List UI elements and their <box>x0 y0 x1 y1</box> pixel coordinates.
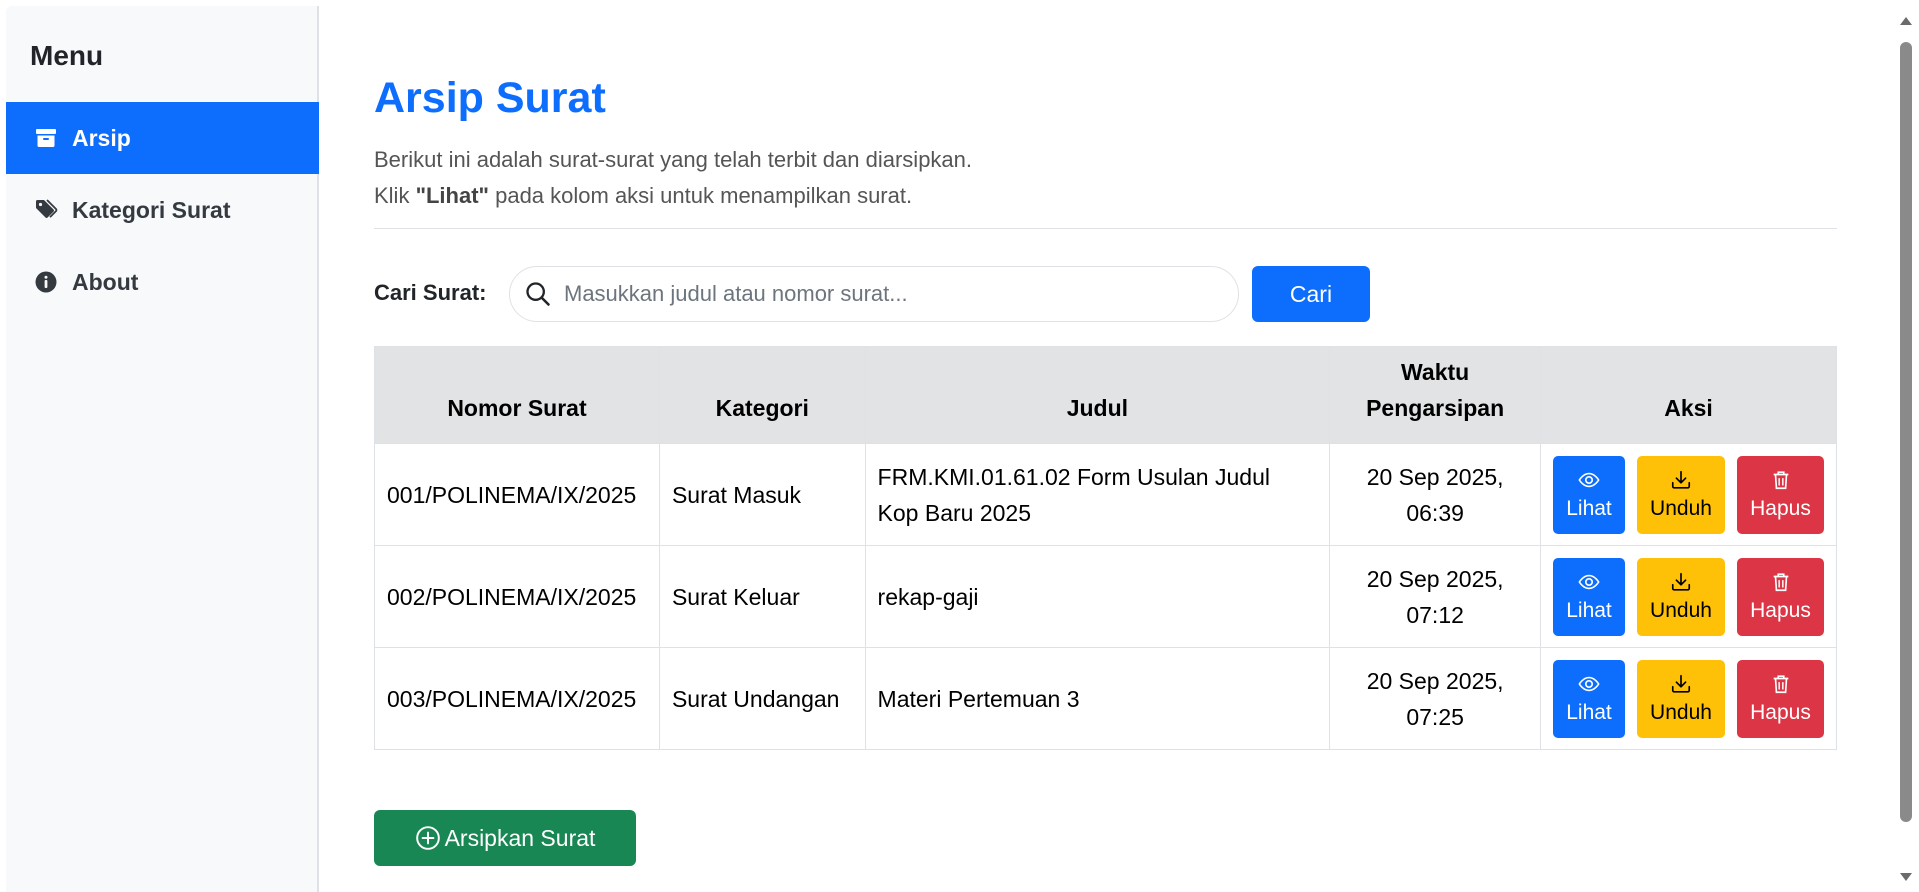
trash-icon <box>1773 470 1788 489</box>
download-icon <box>1671 572 1691 591</box>
download-button[interactable]: Unduh <box>1637 557 1725 636</box>
tags-icon <box>34 198 58 222</box>
description-line-1: Berikut ini adalah surat-surat yang tela… <box>374 147 973 172</box>
scroll-up-arrow-icon[interactable] <box>1899 14 1913 28</box>
table-row: 001/POLINEMA/IX/2025 Surat Masuk FRM.KMI… <box>374 443 1837 546</box>
vertical-scrollbar[interactable] <box>1893 0 1919 892</box>
cell-judul: Materi Pertemuan 3 <box>864 647 1331 750</box>
cell-kategori: Surat Undangan <box>658 647 866 750</box>
download-button[interactable]: Unduh <box>1637 659 1725 738</box>
cell-kategori: Surat Keluar <box>658 545 866 648</box>
archive-table: Nomor Surat Kategori Judul Waktu Pengars… <box>374 346 1837 750</box>
column-header-nomor: Nomor Surat <box>374 346 660 444</box>
divider <box>374 228 1837 229</box>
view-button[interactable]: Lihat <box>1553 659 1625 738</box>
eye-icon <box>1578 472 1600 487</box>
sidebar: Menu Arsip Kategori Surat About <box>6 6 319 892</box>
download-icon <box>1671 470 1691 489</box>
eye-icon <box>1578 574 1600 589</box>
sidebar-item-label: Kategori Surat <box>72 196 231 223</box>
main-content: Arsip Surat Berikut ini adalah surat-sur… <box>374 0 1837 892</box>
search-label: Cari Surat: <box>374 280 487 305</box>
info-icon <box>34 270 58 294</box>
description-line-2: Klik "Lihat" pada kolom aksi untuk menam… <box>374 183 913 208</box>
cell-nomor: 001/POLINEMA/IX/2025 <box>374 443 660 546</box>
column-header-waktu: Waktu Pengarsipan <box>1329 346 1541 444</box>
table-header-row: Nomor Surat Kategori Judul Waktu Pengars… <box>374 346 1837 444</box>
view-button[interactable]: Lihat <box>1553 455 1625 534</box>
page-description: Berikut ini adalah surat-surat yang tela… <box>374 142 972 214</box>
cell-judul: FRM.KMI.01.61.02 Form Usulan Judul Kop B… <box>864 443 1331 546</box>
cell-kategori: Surat Masuk <box>658 443 866 546</box>
view-button[interactable]: Lihat <box>1553 557 1625 636</box>
plus-circle-icon <box>415 826 440 850</box>
cell-aksi: Lihat Unduh Hapus <box>1540 647 1837 750</box>
cell-aksi: Lihat Unduh Hapus <box>1540 443 1837 546</box>
scroll-down-arrow-icon[interactable] <box>1899 870 1913 884</box>
table-row: 002/POLINEMA/IX/2025 Surat Keluar rekap-… <box>374 545 1837 648</box>
column-header-kategori: Kategori <box>658 346 866 444</box>
sidebar-item-label: About <box>72 268 139 295</box>
sidebar-title: Menu <box>30 40 104 71</box>
archive-letter-button[interactable]: Arsipkan Surat <box>374 810 636 866</box>
search-icon <box>526 282 550 306</box>
cell-nomor: 003/POLINEMA/IX/2025 <box>374 647 660 750</box>
search-box[interactable] <box>509 266 1239 322</box>
page-title: Arsip Surat <box>374 74 606 122</box>
column-header-aksi: Aksi <box>1540 346 1837 444</box>
cell-nomor: 002/POLINEMA/IX/2025 <box>374 545 660 648</box>
sidebar-item-about[interactable]: About <box>6 246 319 318</box>
cell-waktu: 20 Sep 2025, 07:12 <box>1329 545 1541 648</box>
cell-judul: rekap-gaji <box>864 545 1331 648</box>
delete-button[interactable]: Hapus <box>1737 455 1824 534</box>
archive-icon <box>34 126 58 150</box>
search-input[interactable] <box>564 281 1204 307</box>
table-row: 003/POLINEMA/IX/2025 Surat Undangan Mate… <box>374 647 1837 750</box>
trash-icon <box>1773 674 1788 693</box>
sidebar-item-label: Arsip <box>72 124 131 151</box>
column-header-judul: Judul <box>864 346 1331 444</box>
scrollbar-thumb[interactable] <box>1900 42 1912 822</box>
cell-waktu: 20 Sep 2025, 06:39 <box>1329 443 1541 546</box>
search-button[interactable]: Cari <box>1252 266 1370 322</box>
eye-icon <box>1578 676 1600 691</box>
sidebar-item-kategori-surat[interactable]: Kategori Surat <box>6 174 319 246</box>
cell-aksi: Lihat Unduh Hapus <box>1540 545 1837 648</box>
download-icon <box>1671 674 1691 693</box>
trash-icon <box>1773 572 1788 591</box>
cell-waktu: 20 Sep 2025, 07:25 <box>1329 647 1541 750</box>
download-button[interactable]: Unduh <box>1637 455 1725 534</box>
sidebar-item-arsip[interactable]: Arsip <box>6 102 319 174</box>
delete-button[interactable]: Hapus <box>1737 659 1824 738</box>
delete-button[interactable]: Hapus <box>1737 557 1824 636</box>
